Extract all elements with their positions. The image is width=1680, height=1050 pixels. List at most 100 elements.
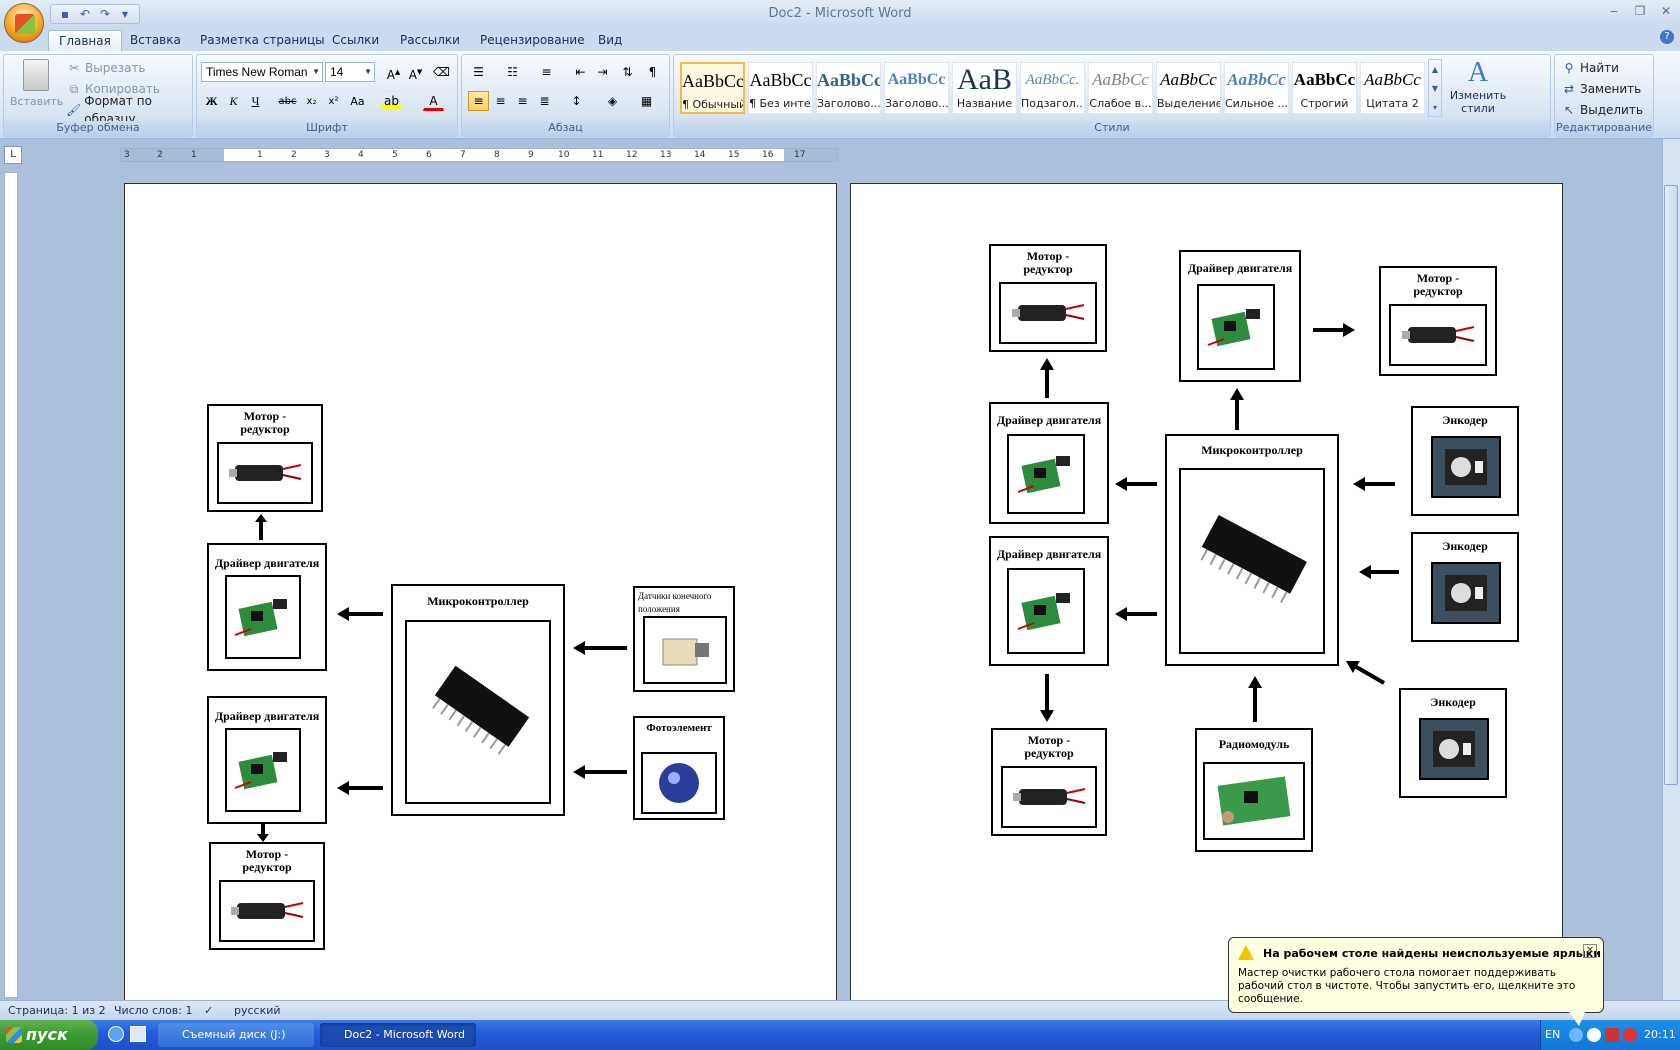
bold-button[interactable]: Ж	[201, 91, 222, 111]
style-heading-1[interactable]: AaBbCc Заголово...	[816, 62, 881, 114]
ie-icon[interactable]	[108, 1026, 124, 1042]
style-normal[interactable]: AaBbCc ¶ Обычный	[680, 62, 745, 114]
photocell-box[interactable]: Фотоэлемент	[633, 716, 725, 820]
strikethrough-button[interactable]: abc	[277, 91, 298, 111]
help-icon[interactable]: ?	[1660, 30, 1674, 44]
motor-box-tl[interactable]: Мотор - редуктор	[989, 244, 1107, 352]
motor-box-bottom[interactable]: Мотор - редуктор	[209, 842, 325, 950]
shrink-font-button[interactable]: A▼	[405, 62, 426, 82]
encoder-box-2[interactable]: Энкодер	[1411, 532, 1519, 642]
motor-box-bl[interactable]: Мотор - редуктор	[991, 728, 1107, 836]
task-removable-disk[interactable]: Съемный диск (J:)	[158, 1023, 314, 1047]
page-count[interactable]: Страница: 1 из 2	[8, 1004, 106, 1017]
tab-references[interactable]: Ссылки	[322, 30, 389, 51]
close-icon[interactable]: ✕	[1583, 944, 1597, 958]
underline-button[interactable]: Ч	[245, 91, 266, 111]
styles-scroll[interactable]: ▲ ▼ ▾	[1428, 59, 1442, 117]
align-center-icon[interactable]: ≡	[490, 91, 511, 111]
task-word[interactable]: Doc2 - Microsoft Word	[320, 1023, 476, 1047]
line-spacing-icon[interactable]: ↕	[566, 91, 587, 111]
show-desktop-icon[interactable]	[130, 1026, 146, 1042]
motor-box[interactable]: Мотор - редуктор	[207, 404, 323, 512]
increase-indent-icon[interactable]: ⇥	[592, 62, 613, 82]
restore-icon[interactable]: ❐	[1630, 4, 1650, 22]
tray-icon-1[interactable]	[1569, 1028, 1583, 1042]
align-left-icon[interactable]: ≡	[468, 91, 489, 111]
office-button[interactable]	[4, 3, 44, 43]
cut-button[interactable]: ✂ Вырезать	[66, 59, 146, 77]
driver-box-l1[interactable]: Драйвер двигателя	[989, 402, 1109, 524]
mcu-box[interactable]: Микроконтроллер	[1165, 434, 1339, 666]
style-intense-emphasis[interactable]: AaBbCc Сильное ...	[1224, 62, 1289, 114]
tray-icon-3[interactable]	[1605, 1028, 1619, 1042]
style-emphasis[interactable]: AaBbCc Выделение	[1156, 62, 1221, 114]
font-color-icon[interactable]: A	[423, 91, 444, 111]
vertical-ruler[interactable]	[4, 172, 18, 998]
mcu-box[interactable]: Микроконтроллер	[391, 584, 565, 816]
multilevel-list-icon[interactable]: ≡	[536, 62, 557, 82]
tray-icon-2[interactable]	[1587, 1028, 1601, 1042]
change-styles-button[interactable]: A Изменить стили	[1446, 57, 1510, 119]
style-title[interactable]: AaB Название	[952, 62, 1017, 114]
start-button[interactable]: пуск	[0, 1020, 98, 1050]
superscript-button[interactable]: x²	[323, 91, 344, 111]
tab-view[interactable]: Вид	[588, 30, 632, 51]
sort-icon[interactable]: ⇅	[617, 62, 638, 82]
driver-box-1[interactable]: Драйвер двигателя	[207, 543, 327, 671]
style-no-spacing[interactable]: AaBbCc ¶ Без инте...	[748, 62, 813, 114]
bullets-icon[interactable]: ☰	[468, 62, 489, 82]
replace-button[interactable]: ⇄ Заменить	[1561, 80, 1641, 98]
shading-icon[interactable]: ◈	[602, 91, 623, 111]
font-size-select[interactable]: 14 ▼	[325, 62, 375, 82]
radio-module-box[interactable]: Радиомодуль	[1195, 728, 1313, 852]
find-button[interactable]: ⚲ Найти	[1561, 59, 1619, 77]
select-button[interactable]: ↖ Выделить	[1561, 101, 1643, 119]
encoder-box-1[interactable]: Энкодер	[1411, 406, 1519, 516]
tray-icon-4[interactable]	[1623, 1028, 1637, 1042]
tab-review[interactable]: Рецензирование	[470, 30, 595, 51]
driver-box-l2[interactable]: Драйвер двигателя	[989, 536, 1109, 666]
borders-icon[interactable]: ▦	[636, 91, 657, 111]
clock[interactable]: 20:11	[1644, 1028, 1676, 1041]
subscript-button[interactable]: x₂	[301, 91, 322, 111]
italic-button[interactable]: К	[223, 91, 244, 111]
style-strong[interactable]: AaBbCc Строгий	[1292, 62, 1357, 114]
highlight-icon[interactable]: ab	[381, 91, 402, 111]
style-quote-2[interactable]: AaBbCc Цитата 2	[1360, 62, 1425, 114]
style-heading-2[interactable]: AaBbCc Заголово...	[884, 62, 949, 114]
language-indicator[interactable]: EN	[1545, 1028, 1560, 1041]
motor-box-tr[interactable]: Мотор - редуктор	[1379, 266, 1497, 376]
minimize-icon[interactable]: ‒	[1604, 4, 1624, 22]
limit-sensor-box[interactable]: Датчики конечного положения	[633, 586, 735, 692]
word-count[interactable]: Число слов: 1	[114, 1004, 193, 1017]
paste-button[interactable]: Вставить	[10, 57, 63, 119]
language[interactable]: русский	[234, 1004, 281, 1017]
notification-balloon[interactable]: На рабочем столе найдены неиспользуемые …	[1228, 937, 1604, 1026]
pilcrow-icon[interactable]: ¶	[642, 62, 663, 82]
tab-insert[interactable]: Вставка	[120, 30, 191, 51]
driver-box-top[interactable]: Драйвер двигателя	[1179, 250, 1301, 382]
grow-font-button[interactable]: A▲	[383, 62, 404, 82]
style-subtitle[interactable]: AaBbCc. Подзагол...	[1020, 62, 1085, 114]
page-1[interactable]: Мотор - редуктор Драйвер двигателя Драйв…	[124, 183, 837, 1000]
spellcheck-icon[interactable]: ✓	[204, 1004, 213, 1017]
numbering-icon[interactable]: ☷	[502, 62, 523, 82]
change-case-button[interactable]: Aa	[347, 91, 368, 111]
format-painter-button[interactable]: 🖌 Формат по образцу	[66, 94, 192, 126]
horizontal-ruler[interactable]: 3 2 1 1 2 3 4 5 6 7 8 9 10 11 12 13 14 1…	[120, 148, 838, 162]
decrease-indent-icon[interactable]: ⇤	[570, 62, 591, 82]
justify-icon[interactable]: ≣	[534, 91, 555, 111]
font-family-select[interactable]: Times New Roman ▼	[201, 62, 323, 82]
align-right-icon[interactable]: ≡	[512, 91, 533, 111]
style-subtle-emphasis[interactable]: AaBbCc Слабое в...	[1088, 62, 1153, 114]
driver-box-2[interactable]: Драйвер двигателя	[207, 696, 327, 824]
tab-mailings[interactable]: Рассылки	[390, 30, 470, 51]
tab-selector[interactable]: L	[4, 146, 22, 164]
close-icon[interactable]: ✕	[1656, 4, 1676, 22]
scrollbar-thumb[interactable]	[1664, 185, 1678, 785]
clear-format-icon[interactable]: ⌫	[431, 62, 452, 82]
tab-home[interactable]: Главная	[48, 30, 122, 51]
tab-page-layout[interactable]: Разметка страницы	[190, 30, 335, 51]
document-workspace[interactable]: Мотор - редуктор Драйвер двигателя Драйв…	[22, 171, 1662, 1000]
encoder-box-3[interactable]: Энкодер	[1399, 688, 1507, 798]
